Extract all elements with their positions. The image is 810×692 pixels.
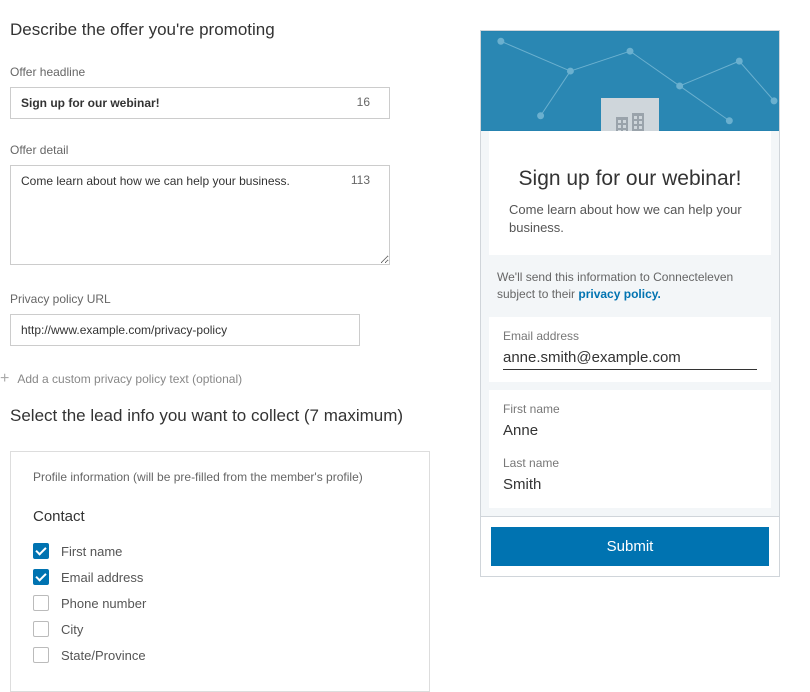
checkbox-label: City: [61, 622, 83, 637]
preview-detail: Come learn about how we can help your bu…: [509, 201, 751, 237]
describe-heading: Describe the offer you're promoting: [10, 20, 430, 40]
form-editor-panel: Describe the offer you're promoting Offe…: [0, 0, 440, 647]
plus-icon: +: [0, 370, 9, 388]
preview-lastname-label: Last name: [503, 456, 757, 470]
submit-button[interactable]: Submit: [491, 527, 769, 566]
select-lead-heading: Select the lead info you want to collect…: [10, 406, 430, 426]
checkbox-state[interactable]: State/Province: [33, 647, 407, 663]
preview-email-value: anne.smith@example.com: [503, 349, 757, 370]
preview-name-fields[interactable]: First name Anne Last name Smith: [489, 390, 771, 508]
preview-panel: Sign up for our webinar! Come learn abou…: [480, 30, 790, 647]
add-custom-privacy-button[interactable]: + Add a custom privacy policy text (opti…: [0, 370, 430, 388]
checkbox-icon: [33, 569, 49, 585]
checkbox-label: State/Province: [61, 648, 146, 663]
profile-hint: Profile information (will be pre-filled …: [33, 470, 407, 484]
headline-label: Offer headline: [10, 65, 430, 79]
checkbox-city[interactable]: City: [33, 621, 407, 637]
checkbox-icon: [33, 595, 49, 611]
privacy-url-input[interactable]: [10, 314, 360, 346]
preview-lastname-value: Smith: [503, 476, 757, 496]
detail-label: Offer detail: [10, 143, 430, 157]
preview-firstname-label: First name: [503, 402, 757, 416]
privacy-url-label: Privacy policy URL: [10, 292, 430, 306]
detail-char-count: 113: [351, 173, 370, 187]
checkbox-label: Email address: [61, 570, 143, 585]
checkbox-first-name[interactable]: First name: [33, 543, 407, 559]
preview-header-banner: [481, 31, 779, 131]
preview-headline-box: Sign up for our webinar! Come learn abou…: [489, 129, 771, 255]
profile-info-box: Profile information (will be pre-filled …: [10, 451, 430, 692]
preview-email-label: Email address: [503, 329, 757, 343]
checkbox-icon: [33, 647, 49, 663]
checkbox-label: Phone number: [61, 596, 146, 611]
preview-firstname-value: Anne: [503, 422, 757, 442]
headline-char-count: 16: [357, 95, 370, 109]
checkbox-icon: [33, 543, 49, 559]
preview-card: Sign up for our webinar! Come learn abou…: [480, 30, 780, 577]
checkbox-email[interactable]: Email address: [33, 569, 407, 585]
preview-email-field[interactable]: Email address anne.smith@example.com: [489, 317, 771, 382]
detail-textarea[interactable]: [10, 165, 390, 265]
preview-headline: Sign up for our webinar!: [509, 167, 751, 191]
checkbox-label: First name: [61, 544, 122, 559]
headline-input[interactable]: [10, 87, 390, 119]
add-custom-privacy-label: Add a custom privacy policy text (option…: [17, 372, 242, 386]
privacy-policy-link[interactable]: privacy policy.: [578, 287, 660, 301]
preview-submit-row: Submit: [481, 516, 779, 576]
contact-heading: Contact: [33, 508, 407, 525]
preview-privacy-note: We'll send this information to Connectel…: [481, 255, 779, 317]
company-icon: [601, 98, 659, 131]
checkbox-icon: [33, 621, 49, 637]
checkbox-phone[interactable]: Phone number: [33, 595, 407, 611]
